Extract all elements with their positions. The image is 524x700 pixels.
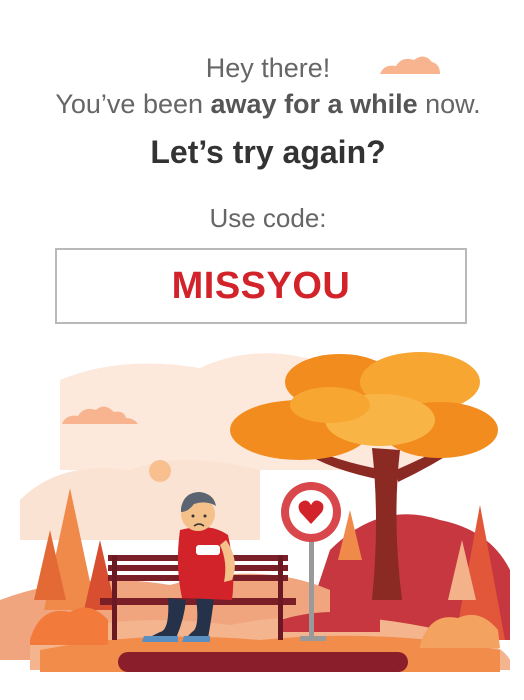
cloud-icon — [380, 56, 440, 74]
sun-icon — [149, 460, 171, 482]
illustration — [0, 56, 510, 672]
